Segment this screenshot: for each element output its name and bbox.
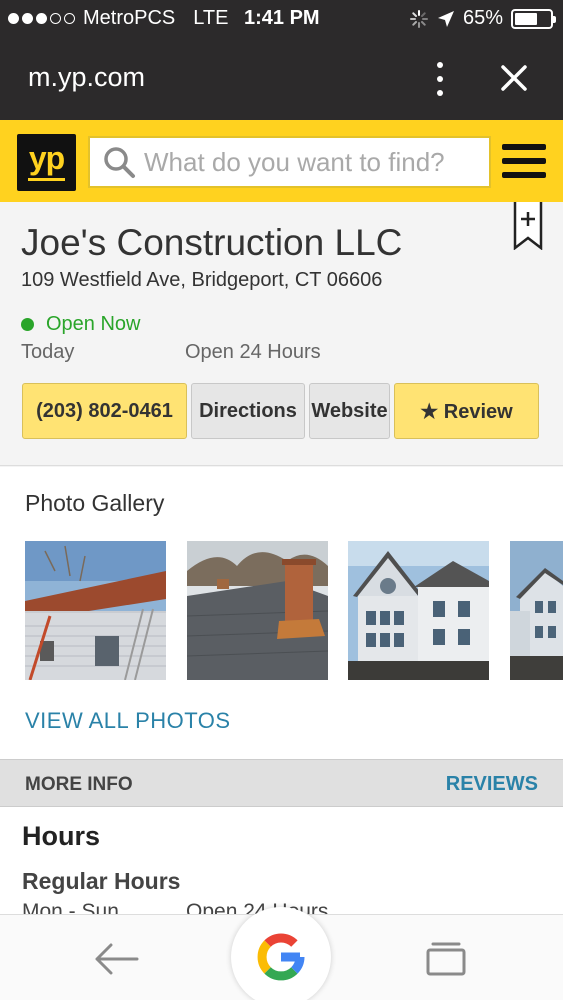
back-arrow-icon[interactable] [93,939,139,979]
status-right: 65% [409,7,556,30]
business-info: Joe's Construction LLC 109 Westfield Ave… [0,202,563,466]
status-left: MetroPCS LTE [8,7,228,30]
website-button[interactable]: Website [309,383,390,439]
tab-reviews[interactable]: REVIEWS [446,773,538,796]
yp-header: yp [0,120,563,202]
directions-button[interactable]: Directions [191,383,305,439]
hours-title: Hours [22,821,101,851]
bottom-navigation [0,907,563,1000]
activity-spinner-icon [409,9,428,28]
clock: 1:41 PM [244,7,320,29]
open-status-dot-icon [21,318,34,331]
house-partial-photo[interactable] [510,541,563,680]
roof-shingles-photo[interactable] [187,541,328,680]
network-type: LTE [193,7,229,29]
regular-hours-label: Regular Hours [22,868,181,894]
gallery-title: Photo Gallery [25,490,165,516]
search-bar[interactable] [88,136,491,188]
location-arrow-icon [437,10,454,27]
browser-bar: m.yp.com [0,38,563,120]
hours-section: Hours Regular Hours Mon - Sun Open 24 Ho… [0,807,563,917]
close-icon[interactable] [496,60,532,96]
business-name: Joe's Construction LLC [21,222,403,263]
view-all-photos-link[interactable]: VIEW ALL PHOTOS [25,708,231,734]
search-input[interactable] [144,146,484,178]
house-exterior-photo[interactable] [348,541,489,680]
battery-icon [511,8,556,29]
google-search-button[interactable] [231,907,331,1000]
yp-logo[interactable]: yp [17,134,76,191]
battery-percent: 65% [462,7,503,29]
hamburger-menu-icon[interactable] [502,144,546,178]
signal-strength-icon [8,13,75,24]
review-button[interactable]: ★ Review [394,383,539,439]
kebab-icon[interactable] [433,62,447,96]
carrier-name: MetroPCS [83,7,176,29]
tabs-icon[interactable] [425,941,467,977]
photo-gallery: Photo Gallery VIEW ALL PHOTOS [0,467,563,759]
today-hours: Open 24 Hours [185,341,321,363]
url-text[interactable]: m.yp.com [28,62,145,93]
bookmark-add-icon[interactable] [513,202,543,250]
google-logo-icon [257,933,305,981]
today-label: Today [21,341,75,363]
call-button[interactable]: (203) 802-0461 [22,383,187,439]
more-info-bar: MORE INFO REVIEWS [0,759,563,807]
open-status: Open Now [21,313,141,336]
open-status-text: Open Now [46,313,141,335]
tab-more-info[interactable]: MORE INFO [25,774,133,796]
house-siding-photo[interactable] [25,541,166,680]
search-icon [104,147,135,178]
status-bar: MetroPCS LTE 1:41 PM 65% [0,0,563,38]
business-address: 109 Westfield Ave, Bridgeport, CT 06606 [21,269,383,291]
